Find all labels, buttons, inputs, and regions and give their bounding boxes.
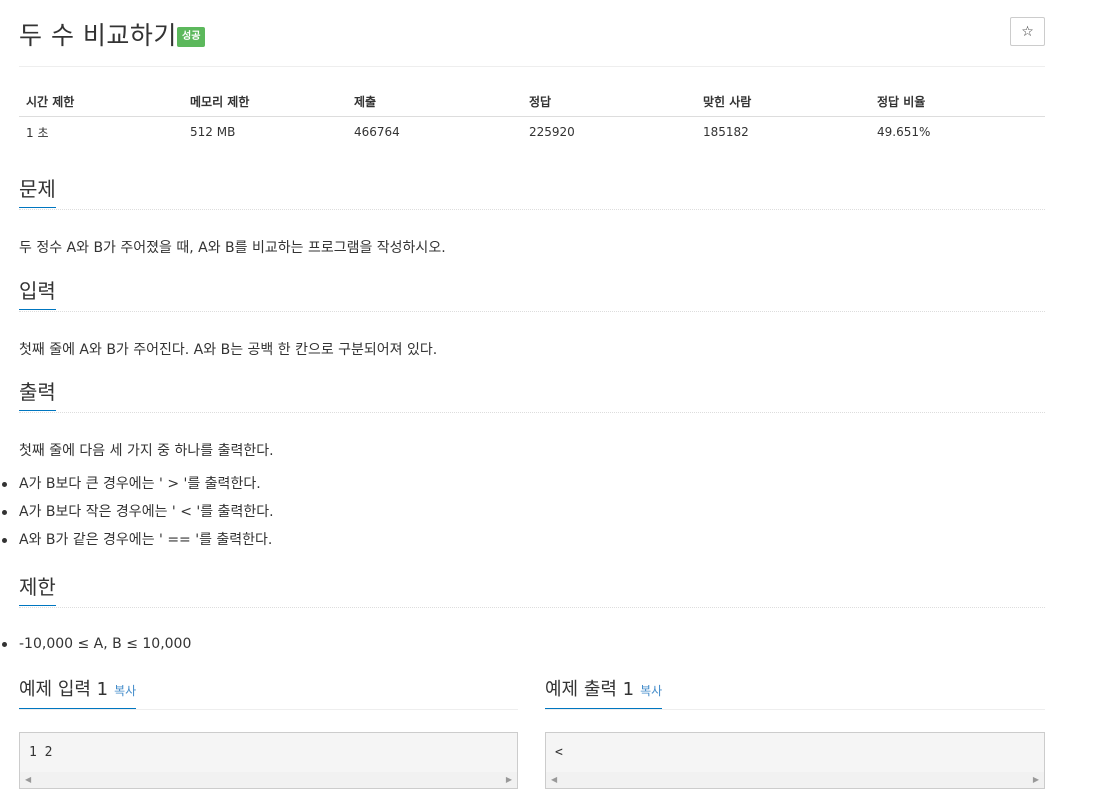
sample-input-box[interactable]: 1 2 ◀ ▶ (19, 732, 518, 789)
sample-output-title: 예제 출력 1 복사 (545, 678, 663, 709)
problem-heading: 문제 (19, 177, 56, 208)
list-item: A가 B보다 큰 경우에는 ' > '를 출력한다. (2, 470, 274, 498)
sample-input-heading: 예제 입력 1 (19, 679, 109, 700)
value-memory-limit: 512 MB (190, 125, 236, 139)
scroll-left-icon[interactable]: ◀ (551, 775, 557, 784)
header-time-limit: 시간 제한 (26, 95, 75, 109)
scroll-right-icon[interactable]: ▶ (506, 775, 512, 784)
header-solved-users: 맞힌 사람 (703, 95, 752, 109)
sample-output-box[interactable]: < ◀ ▶ (545, 732, 1045, 789)
value-submissions: 466764 (354, 125, 400, 139)
sample-output-header: 예제 출력 1 복사 (545, 678, 1045, 710)
limit-section-header: 제한 (19, 575, 1045, 608)
value-accept-ratio: 49.651% (877, 125, 931, 139)
header-accept-ratio: 정답 비율 (877, 95, 926, 109)
sample-input-title: 예제 입력 1 복사 (19, 678, 137, 709)
list-item: A가 B보다 작은 경우에는 ' < '를 출력한다. (2, 498, 274, 526)
sample-input-header: 예제 입력 1 복사 (19, 678, 518, 710)
copy-sample-input-button[interactable]: 복사 (114, 684, 136, 698)
sample-input-content: 1 2 (29, 745, 53, 760)
sample-output-heading: 예제 출력 1 (545, 679, 635, 700)
copy-sample-output-button[interactable]: 복사 (640, 684, 662, 698)
sample-input-panel: 예제 입력 1 복사 1 2 ◀ ▶ (19, 678, 518, 789)
table-header-row: 시간 제한 메모리 제한 제출 정답 맞힌 사람 정답 비율 (19, 91, 1045, 117)
problem-description: 두 정수 A와 B가 주어졌을 때, A와 B를 비교하는 프로그램을 작성하시… (19, 240, 446, 256)
value-solved-users: 185182 (703, 125, 749, 139)
page-title: 두 수 비교하기 (19, 21, 177, 50)
limit-heading: 제한 (19, 575, 56, 606)
input-section-header: 입력 (19, 279, 1045, 312)
input-heading: 입력 (19, 279, 56, 310)
problem-section-header: 문제 (19, 177, 1045, 210)
horizontal-scrollbar[interactable]: ◀ ▶ (20, 772, 517, 788)
problem-page: 두 수 비교하기 성공 ☆ 시간 제한 메모리 제한 제출 정답 맞힌 사람 정… (1, 0, 1045, 789)
horizontal-scrollbar[interactable]: ◀ ▶ (546, 772, 1044, 788)
sample-output-panel: 예제 출력 1 복사 < ◀ ▶ (545, 678, 1045, 789)
output-conditions-list: A가 B보다 큰 경우에는 ' > '를 출력한다. A가 B보다 작은 경우에… (2, 470, 274, 554)
header-submissions: 제출 (354, 95, 377, 109)
value-accepted: 225920 (529, 125, 575, 139)
status-badge: 성공 (177, 27, 206, 47)
header-memory-limit: 메모리 제한 (190, 95, 250, 109)
sample-output-content: < (555, 745, 563, 760)
output-heading: 출력 (19, 380, 56, 411)
star-button[interactable]: ☆ (1010, 17, 1045, 46)
value-time-limit: 1 초 (26, 125, 49, 140)
input-description: 첫째 줄에 A와 B가 주어진다. A와 B는 공백 한 칸으로 구분되어져 있… (19, 342, 438, 358)
scroll-left-icon[interactable]: ◀ (25, 775, 31, 784)
star-icon: ☆ (1021, 23, 1034, 40)
problem-header: 두 수 비교하기 성공 ☆ (19, 0, 1045, 67)
scroll-right-icon[interactable]: ▶ (1033, 775, 1039, 784)
table-row: 1 초 512 MB 466764 225920 185182 49.651% (19, 117, 1045, 147)
problem-info-table: 시간 제한 메모리 제한 제출 정답 맞힌 사람 정답 비율 1 초 512 M… (19, 91, 1045, 147)
header-accepted: 정답 (529, 95, 552, 109)
list-item: A와 B가 같은 경우에는 ' == '를 출력한다. (2, 526, 274, 554)
output-section-header: 출력 (19, 380, 1045, 413)
output-description: 첫째 줄에 다음 세 가지 중 하나를 출력한다. (19, 443, 274, 459)
list-item: -10,000 ≤ A, B ≤ 10,000 (1, 630, 191, 658)
limit-list: -10,000 ≤ A, B ≤ 10,000 (1, 630, 191, 658)
